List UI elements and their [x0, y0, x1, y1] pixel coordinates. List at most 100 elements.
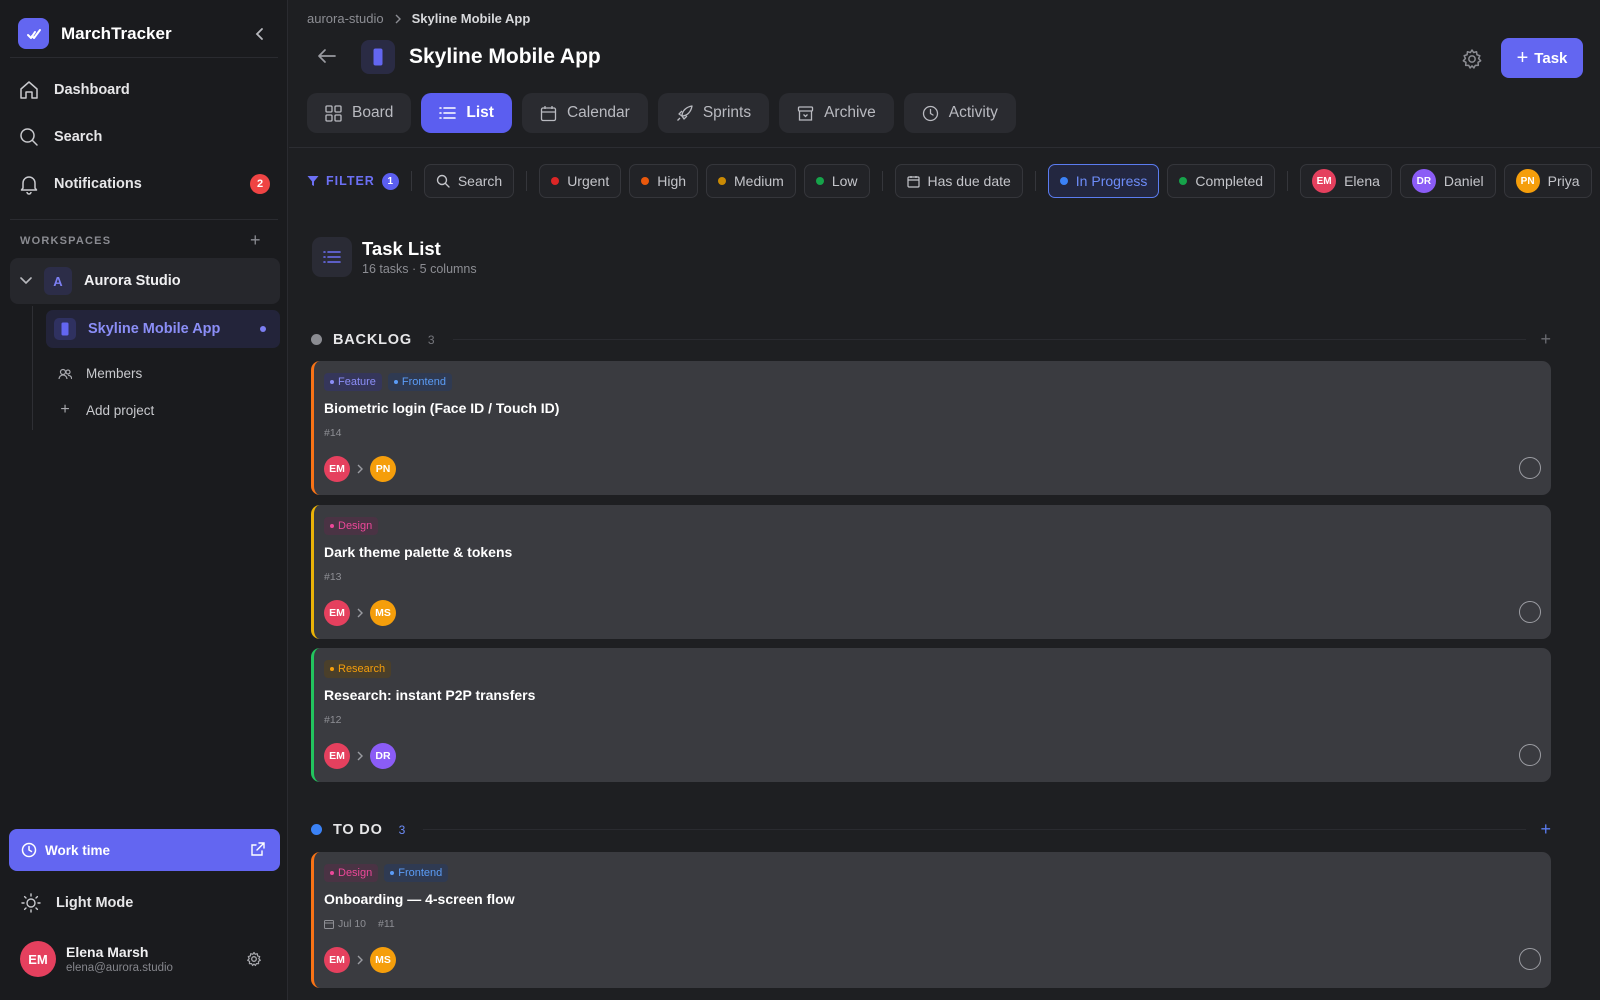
chip-label: Low	[831, 173, 858, 189]
brand[interactable]: MarchTracker	[18, 18, 172, 49]
user-avatar: EM	[20, 941, 56, 977]
notifications-count-badge: 2	[250, 174, 270, 194]
tab-list[interactable]: List	[421, 93, 512, 133]
user-email: elena@aurora.studio	[66, 962, 173, 974]
sun-icon	[21, 893, 41, 913]
avatar: EM	[1312, 169, 1337, 193]
active-dot	[260, 326, 266, 332]
filter-search[interactable]: Search	[423, 164, 515, 198]
assignee-avatar: MS	[370, 600, 396, 626]
chevron-down-icon[interactable]	[20, 277, 36, 285]
chip-label: Daniel	[1443, 173, 1484, 189]
user-settings-gear-icon[interactable]	[246, 951, 262, 967]
project-name: Skyline Mobile App	[88, 321, 221, 337]
calendar-icon	[324, 920, 334, 929]
chip-label: High	[657, 173, 687, 189]
breadcrumb-workspace[interactable]: aurora-studio	[307, 11, 384, 26]
filter-status-in-progress[interactable]: In Progress	[1047, 164, 1160, 198]
task-id: #12	[324, 714, 342, 726]
tab-label: Calendar	[566, 104, 630, 121]
back-arrow-icon[interactable]	[317, 48, 337, 64]
tab-calendar[interactable]: Calendar	[521, 93, 648, 133]
separator	[526, 171, 528, 191]
plus-icon: +	[60, 401, 70, 418]
group-header-todo[interactable]: TO DO 3 +	[311, 819, 1551, 840]
filter-has-due-date[interactable]: Has due date	[894, 164, 1023, 198]
logo-check-icon	[18, 18, 49, 49]
filter-person-daniel[interactable]: DR Daniel	[1399, 164, 1496, 198]
tag-design: Design	[324, 864, 379, 882]
work-time-button[interactable]: Work time	[9, 829, 280, 871]
priority-dot	[718, 177, 727, 185]
external-link-icon	[251, 842, 265, 856]
task-assignment: EM PN	[324, 456, 396, 482]
tab-label: Activity	[948, 104, 998, 121]
task-assignment: EM MS	[324, 947, 396, 973]
avatar: PN	[1515, 169, 1540, 193]
add-task-plus-icon[interactable]: +	[1540, 819, 1551, 840]
complete-task-checkbox[interactable]	[1519, 948, 1541, 970]
reporter-avatar: EM	[324, 600, 350, 626]
user-profile[interactable]: EM Elena Marsh elena@aurora.studio	[20, 941, 173, 977]
nav-dashboard[interactable]: Dashboard	[18, 74, 270, 106]
tab-archive[interactable]: Archive	[779, 93, 894, 133]
members-link[interactable]: Members	[58, 366, 142, 381]
workspace-aurora-studio[interactable]: A Aurora Studio	[10, 258, 280, 304]
tag-design: Design	[324, 517, 379, 535]
chip-label: Medium	[734, 173, 784, 189]
tab-sprints[interactable]: Sprints	[657, 93, 770, 133]
avatar: DR	[1411, 169, 1436, 193]
nav-notifications[interactable]: Notifications 2	[18, 168, 270, 200]
filter-toggle[interactable]: FILTER 1	[307, 172, 399, 190]
chevron-right-icon	[357, 955, 363, 965]
complete-task-checkbox[interactable]	[1519, 744, 1541, 766]
task-id: #14	[324, 427, 342, 439]
complete-task-checkbox[interactable]	[1519, 457, 1541, 479]
page-title: Skyline Mobile App	[409, 45, 601, 68]
status-dot	[1059, 177, 1068, 185]
add-project-link[interactable]: + Add project	[58, 401, 154, 419]
task-card[interactable]: Design Dark theme palette & tokens #13 E…	[311, 505, 1551, 639]
tab-board[interactable]: Board	[307, 93, 412, 133]
sidebar: MarchTracker Dashboard Search Notificati…	[0, 0, 288, 1000]
tab-label: Archive	[824, 104, 876, 121]
light-mode-toggle[interactable]: Light Mode	[20, 892, 133, 914]
task-card[interactable]: Design Frontend Onboarding — 4-screen fl…	[311, 852, 1551, 988]
funnel-icon	[307, 176, 319, 186]
project-settings-gear-icon[interactable]	[1461, 48, 1483, 70]
filter-priority-high[interactable]: High	[629, 164, 699, 198]
add-task-plus-icon[interactable]: +	[1540, 329, 1551, 350]
chip-label: Completed	[1195, 173, 1264, 189]
group-name: TO DO	[333, 821, 383, 838]
priority-dot	[641, 177, 650, 185]
project-skyline-mobile-app[interactable]: Skyline Mobile App	[46, 310, 280, 348]
task-meta: Jul 10 #11	[324, 918, 395, 930]
complete-task-checkbox[interactable]	[1519, 601, 1541, 623]
filter-priority-low[interactable]: Low	[803, 164, 870, 198]
archive-icon	[797, 105, 814, 121]
add-workspace-plus-icon[interactable]: +	[250, 230, 261, 251]
chevron-right-icon	[357, 751, 363, 761]
tab-activity[interactable]: Activity	[903, 93, 1016, 133]
task-card[interactable]: Research Research: instant P2P transfers…	[311, 648, 1551, 782]
group-header-backlog[interactable]: BACKLOG 3 +	[311, 329, 1551, 350]
priority-dot	[551, 177, 560, 185]
task-assignment: EM DR	[324, 743, 396, 769]
add-task-label: Task	[1534, 49, 1568, 67]
collapse-sidebar-chevron-icon[interactable]	[250, 24, 270, 44]
app-name: MarchTracker	[61, 23, 172, 43]
filter-person-elena[interactable]: EM Elena	[1300, 164, 1392, 198]
add-task-button[interactable]: + Task	[1501, 38, 1583, 78]
nav-search[interactable]: Search	[18, 121, 270, 153]
filter-status-completed[interactable]: Completed	[1167, 164, 1276, 198]
task-card[interactable]: Feature Frontend Biometric login (Face I…	[311, 361, 1551, 495]
project-phone-icon	[361, 40, 395, 74]
filter-priority-urgent[interactable]: Urgent	[539, 164, 622, 198]
filter-priority-medium[interactable]: Medium	[706, 164, 796, 198]
reporter-avatar: EM	[324, 743, 350, 769]
task-meta: #14	[324, 427, 342, 439]
chevron-right-icon	[357, 464, 363, 474]
filter-person-priya[interactable]: PN Priya	[1503, 164, 1592, 198]
divider	[452, 339, 1527, 340]
task-id: #11	[378, 918, 395, 930]
